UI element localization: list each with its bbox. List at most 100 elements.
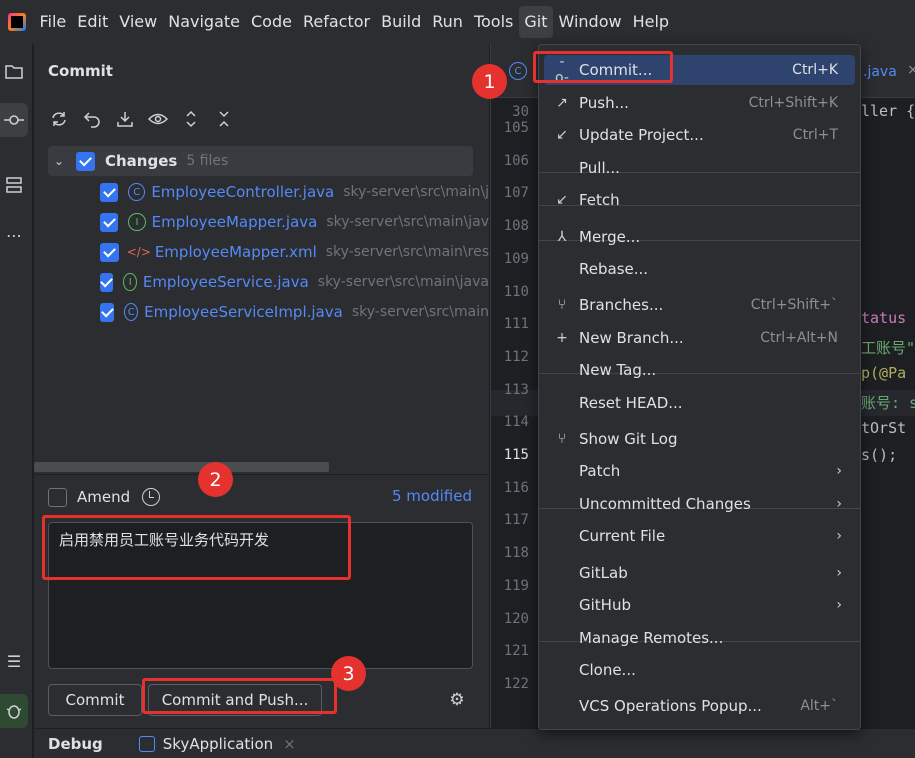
shortcut-hint: Alt+` xyxy=(800,698,838,714)
menu-edit[interactable]: Edit xyxy=(72,6,114,38)
menu-file[interactable]: File xyxy=(34,6,72,38)
git-menu-item-push[interactable]: ↗ Push... Ctrl+Shift+K xyxy=(539,88,860,118)
git-menu-item-label: Patch xyxy=(579,462,621,480)
changes-checkbox[interactable] xyxy=(76,151,95,171)
file-checkbox[interactable] xyxy=(100,182,119,202)
shelve-icon[interactable] xyxy=(112,106,137,131)
line-number: 112 xyxy=(503,348,529,365)
git-menu-item-label: GitLab xyxy=(579,564,628,582)
git-menu-item-patch[interactable]: Patch › xyxy=(539,456,860,486)
menu-build[interactable]: Build xyxy=(376,6,427,38)
git-menu-item-label: Pull... xyxy=(579,159,620,177)
file-checkbox[interactable] xyxy=(100,212,119,232)
git-menu-item-new-tag[interactable]: New Tag... xyxy=(539,355,860,385)
line-number: 109 xyxy=(503,250,529,267)
menu-run[interactable]: Run xyxy=(427,6,469,38)
menu-refactor[interactable]: Refactor xyxy=(297,6,375,38)
structure-icon[interactable] xyxy=(0,168,28,202)
line-number: 108 xyxy=(503,218,529,235)
git-menu-item-current-file[interactable]: Current File › xyxy=(539,521,860,551)
file-path: sky-server\src\main\java xyxy=(317,274,489,290)
step-badge-1: 1 xyxy=(472,64,507,99)
git-menu-item-clone[interactable]: Clone... xyxy=(539,655,860,685)
amend-label[interactable]: Amend xyxy=(77,488,130,506)
step-badge-3: 3 xyxy=(331,656,366,691)
intellij-logo-icon[interactable] xyxy=(0,0,34,44)
git-menu-item-label: New Tag... xyxy=(579,361,657,379)
code-fragment: ller { xyxy=(861,102,915,120)
git-menu-item-new-branch[interactable]: + New Branch... Ctrl+Alt+N xyxy=(539,323,860,353)
line-number: 115 xyxy=(503,447,529,463)
gear-icon[interactable]: ⚙ xyxy=(446,689,468,711)
changed-file-row[interactable]: C EmployeeServiceImpl.java sky-server\src\… xyxy=(100,297,489,327)
show-diff-icon[interactable] xyxy=(145,106,170,131)
amend-checkbox[interactable] xyxy=(48,487,67,507)
file-checkbox[interactable] xyxy=(100,242,119,262)
line-number: 121 xyxy=(503,643,529,660)
git-menu-item-pull[interactable]: Pull... xyxy=(539,153,860,183)
changed-file-row[interactable]: C EmployeeController.java sky-server\src\m… xyxy=(100,177,489,207)
git-menu-item-branches[interactable]: ⑂ Branches... Ctrl+Shift+` xyxy=(539,290,860,320)
commit-tool-icon[interactable] xyxy=(0,103,28,137)
code-fragment: s(); xyxy=(861,446,898,464)
close-icon[interactable]: × xyxy=(907,62,915,78)
interface-icon: I xyxy=(128,213,146,231)
file-checkbox[interactable] xyxy=(100,302,115,322)
debug-bug-icon[interactable] xyxy=(0,694,28,728)
commit-history-clock-icon[interactable] xyxy=(142,488,161,506)
git-menu-item-label: Reset HEAD... xyxy=(579,394,683,412)
git-menu-item-reset-head[interactable]: Reset HEAD... xyxy=(539,388,860,418)
hamburger-menu-icon[interactable]: ☰ xyxy=(0,644,28,678)
chevron-down-icon[interactable]: ⌄ xyxy=(48,154,70,168)
git-menu-item-fetch[interactable]: ↙ Fetch xyxy=(539,185,860,215)
line-number: 30 xyxy=(512,104,529,120)
editor-tab-label[interactable]: .java xyxy=(863,64,897,80)
git-menu-item-label: Manage Remotes... xyxy=(579,629,724,647)
class-icon: C xyxy=(124,303,139,321)
menu-view[interactable]: View xyxy=(114,6,163,38)
close-icon[interactable]: × xyxy=(283,735,296,753)
git-menu-item-uncommitted-changes[interactable]: Uncommitted Changes › xyxy=(539,489,860,519)
line-number: 119 xyxy=(503,577,529,594)
shortcut-hint: Ctrl+Shift+K xyxy=(748,95,838,111)
changed-file-row[interactable]: I EmployeeMapper.java sky-server\src\main\… xyxy=(100,207,489,237)
menubar: File Edit View Navigate Code Refactor Build Run… xyxy=(0,0,915,44)
menu-code[interactable]: Code xyxy=(246,6,298,38)
git-menu-item-vcs-operations-popup[interactable]: VCS Operations Popup... Alt+` xyxy=(539,691,860,721)
changed-file-row[interactable]: </> EmployeeMapper.xml sky-server\src\main… xyxy=(100,237,489,267)
project-folder-icon[interactable] xyxy=(0,54,28,88)
file-name: EmployeeController.java xyxy=(151,183,335,201)
git-menu-item-update-project[interactable]: ↙ Update Project... Ctrl+T xyxy=(539,120,860,150)
commit-button[interactable]: Commit xyxy=(48,684,142,716)
modified-files-link[interactable]: 5 modified xyxy=(392,487,472,505)
debug-tab-label[interactable]: Debug xyxy=(48,735,103,753)
rollback-icon[interactable] xyxy=(79,106,104,131)
menu-tools[interactable]: Tools xyxy=(468,6,518,38)
git-menu-item-show-git-log[interactable]: ⑂ Show Git Log xyxy=(539,424,860,454)
changes-group-header[interactable]: ⌄ Changes 5 files xyxy=(48,146,473,176)
git-menu-item-merge[interactable]: ⅄ Merge... xyxy=(539,222,860,252)
horizontal-scrollbar[interactable] xyxy=(34,462,329,472)
collapse-all-icon[interactable] xyxy=(211,106,236,131)
more-tools-icon[interactable]: ⋯ xyxy=(0,218,28,252)
git-menu-item-gitlab[interactable]: GitLab › xyxy=(539,558,860,588)
file-path: sky-server\src\main\j xyxy=(343,184,489,200)
line-number: 122 xyxy=(503,675,529,692)
menu-window[interactable]: Window xyxy=(553,6,627,38)
run-config-tab[interactable]: SkyApplication × xyxy=(138,735,296,753)
git-menu-item-manage-remotes[interactable]: Manage Remotes... xyxy=(539,623,860,653)
file-name: EmployeeMapper.java xyxy=(151,213,318,231)
expand-all-icon[interactable] xyxy=(178,106,203,131)
git-menu-dropdown: -o- Commit... Ctrl+K ↗ Push... Ctrl+Shift+K ↙ U… xyxy=(538,44,861,730)
menu-navigate[interactable]: Navigate xyxy=(163,6,246,38)
menu-help[interactable]: Help xyxy=(627,6,674,38)
menu-git[interactable]: Git xyxy=(518,6,553,38)
changed-file-row[interactable]: I EmployeeService.java sky-server\src\main… xyxy=(100,267,489,297)
git-menu-item-rebase[interactable]: Rebase... xyxy=(539,254,860,284)
git-menu-item-github[interactable]: GitHub › xyxy=(539,590,860,620)
code-fragment: tatus xyxy=(861,309,907,327)
file-checkbox[interactable] xyxy=(100,272,114,292)
git-menu-item-label: Rebase... xyxy=(579,260,649,278)
git-menu-item-label: Uncommitted Changes xyxy=(579,495,751,513)
refresh-icon[interactable] xyxy=(46,106,71,131)
